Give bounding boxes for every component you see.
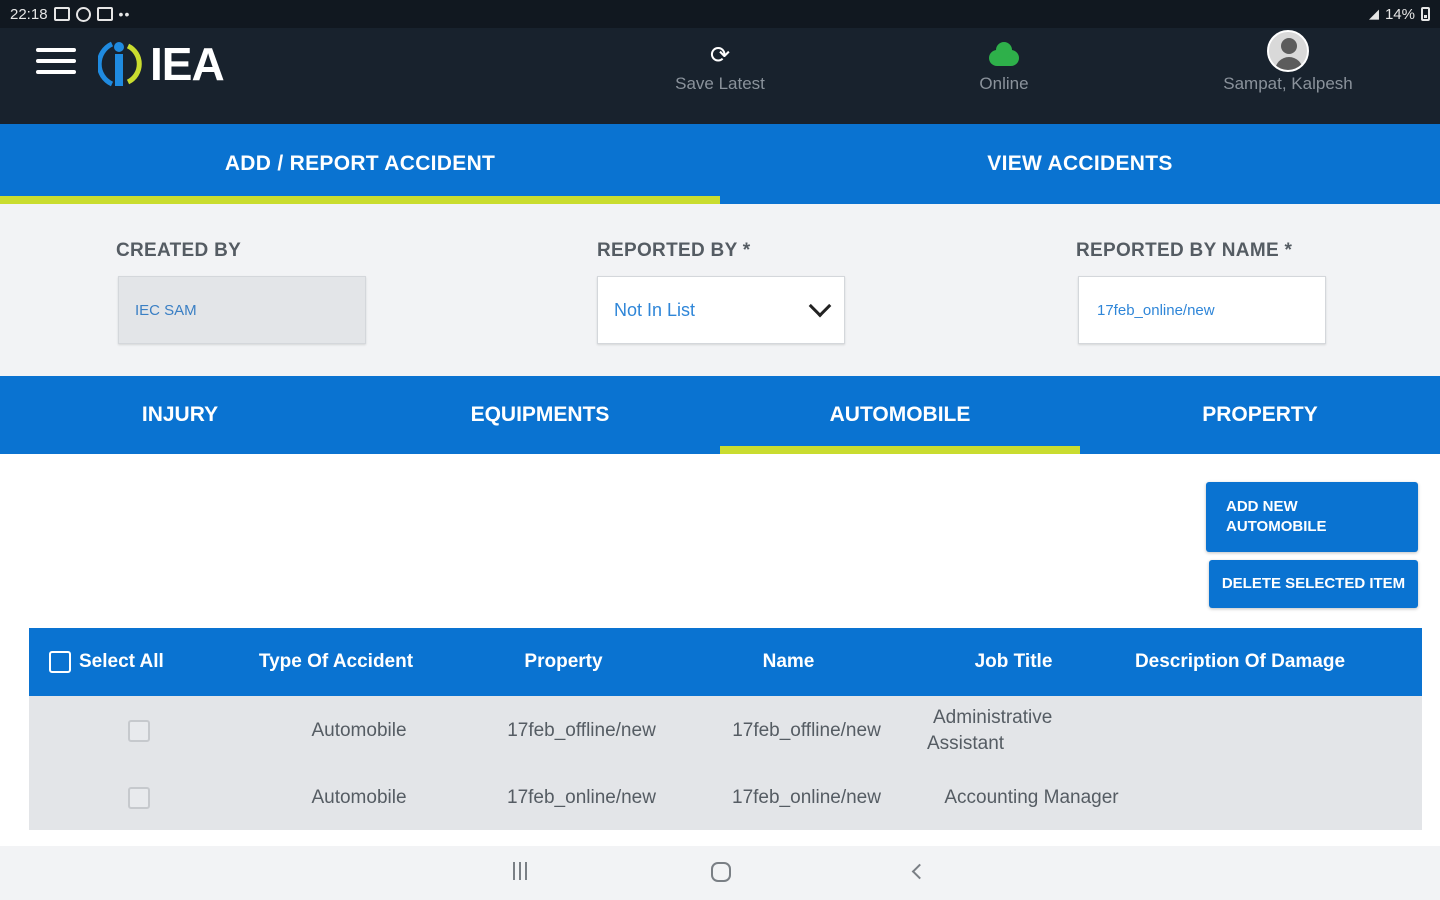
row-checkbox-cell	[29, 787, 249, 809]
add-new-line1: ADD NEW	[1226, 498, 1298, 515]
cloud-status-wrap	[904, 42, 1104, 70]
wifi-signal-icon: ◢	[1368, 6, 1379, 21]
cell-type: Automobile	[311, 787, 407, 808]
job-title-line1: Administrative	[933, 707, 1053, 728]
row-checkbox-cell	[29, 720, 249, 742]
reported-by-label: REPORTED BY *	[597, 240, 751, 261]
reported-by-field: REPORTED BY * Not In List	[597, 240, 845, 344]
avatar	[1267, 30, 1309, 72]
reported-by-select[interactable]: Not In List	[597, 276, 845, 344]
status-right: ◢ 14%	[1369, 6, 1430, 23]
job-title-line2: Assistant	[927, 733, 1005, 754]
delete-selected-item-button[interactable]: DELETE SELECTED ITEM	[1209, 560, 1418, 608]
cell-name: 17feb_offline/new	[732, 720, 881, 741]
tab-injury[interactable]: INJURY	[0, 376, 360, 454]
system-status-bar: 22:18 •• ◢ 14%	[0, 0, 1440, 28]
table-row[interactable]: Automobile 17feb_online/new 17feb_online…	[29, 766, 1422, 830]
table-body: Automobile 17feb_offline/new 17feb_offli…	[29, 696, 1422, 830]
online-label: Online	[979, 74, 1029, 93]
app-header: IEA ⟳ Save Latest Online Sampat, Kalpesh	[0, 28, 1440, 124]
logo-text: IEA	[150, 38, 225, 90]
gallery-notification-icon	[53, 7, 70, 21]
add-new-line2: AUTOMOBILE	[1226, 518, 1327, 535]
cell-job-title: Accounting Manager	[944, 787, 1119, 808]
accident-type-tabs: INJURY EQUIPMENTS AUTOMOBILE PROPERTY	[0, 376, 1440, 454]
cell-property: 17feb_online/new	[507, 787, 656, 808]
reported-by-name-box	[1078, 276, 1326, 344]
menu-icon-bar	[36, 48, 76, 52]
created-by-field: CREATED BY IEC SAM	[116, 240, 366, 344]
row-checkbox[interactable]	[128, 720, 150, 742]
header-description-of-damage: Description Of Damage	[1134, 651, 1346, 672]
battery-percent: 14%	[1384, 5, 1415, 23]
cell-job-title: Administrative Assistant	[919, 705, 1144, 757]
header-property: Property	[524, 651, 603, 672]
cell-type: Automobile	[311, 720, 407, 741]
cell-name: 17feb_online/new	[732, 787, 881, 808]
cell-property: 17feb_offline/new	[507, 720, 656, 741]
created-by-label: CREATED BY	[116, 240, 242, 261]
tab-equipments[interactable]: EQUIPMENTS	[360, 376, 720, 454]
tab-property[interactable]: PROPERTY	[1080, 376, 1440, 454]
user-profile-button[interactable]: Sampat, Kalpesh	[1188, 30, 1388, 94]
menu-icon-bar	[36, 70, 76, 74]
row-checkbox[interactable]	[128, 787, 150, 809]
tab-automobile[interactable]: AUTOMOBILE	[720, 376, 1080, 454]
tab-view-accidents[interactable]: VIEW ACCIDENTS	[720, 124, 1440, 204]
automobile-panel: ADD NEW AUTOMOBILE DELETE SELECTED ITEM …	[0, 454, 1440, 846]
automobile-table: Select All Type Of Accident Property Nam…	[29, 628, 1422, 830]
logo-mark-icon	[98, 41, 142, 87]
save-latest-label: Save Latest	[675, 74, 765, 93]
table-header: Select All Type Of Accident Property Nam…	[29, 628, 1422, 696]
created-by-input: IEC SAM	[118, 276, 366, 344]
save-latest-button[interactable]: ⟳ Save Latest	[620, 42, 820, 94]
menu-button[interactable]	[36, 48, 76, 78]
tab-add-report-accident[interactable]: ADD / REPORT ACCIDENT	[0, 124, 720, 204]
reported-by-name-label: REPORTED BY NAME *	[1076, 240, 1293, 261]
cloud-online-icon	[989, 42, 1019, 66]
chevron-down-icon	[808, 294, 832, 318]
battery-icon	[1421, 7, 1430, 21]
online-status: Online	[904, 42, 1104, 94]
table-row[interactable]: Automobile 17feb_offline/new 17feb_offli…	[29, 696, 1422, 766]
reported-by-name-input[interactable]	[1095, 300, 1309, 320]
settings-notification-icon	[75, 6, 91, 22]
reported-by-value: Not In List	[614, 299, 696, 320]
recent-apps-icon[interactable]	[513, 862, 527, 880]
more-notifications-icon: ••	[118, 6, 131, 22]
status-time: 22:18	[10, 5, 48, 23]
back-icon[interactable]	[911, 863, 928, 880]
add-new-automobile-button[interactable]: ADD NEW AUTOMOBILE	[1206, 482, 1418, 552]
app-logo: IEA	[98, 38, 225, 90]
menu-icon-bar	[36, 59, 76, 63]
created-by-value: IEC SAM	[135, 301, 197, 319]
status-left: 22:18 ••	[10, 6, 130, 23]
header-job-title: Job Title	[974, 651, 1053, 672]
main-tabs: ADD / REPORT ACCIDENT VIEW ACCIDENTS	[0, 124, 1440, 204]
system-navigation-bar	[0, 846, 1440, 900]
reported-by-name-field: REPORTED BY NAME *	[1076, 240, 1326, 344]
home-icon[interactable]	[711, 862, 731, 882]
header-type-of-accident: Type Of Accident	[258, 651, 414, 672]
header-select-all[interactable]: Select All	[31, 651, 221, 673]
message-notification-icon	[96, 7, 113, 21]
header-name: Name	[762, 651, 815, 672]
user-name: Sampat, Kalpesh	[1223, 74, 1353, 93]
report-form: CREATED BY IEC SAM REPORTED BY * Not In …	[0, 204, 1440, 376]
add-new-automobile-label: ADD NEW AUTOMOBILE	[1226, 497, 1327, 537]
sync-icon: ⟳	[709, 42, 731, 69]
